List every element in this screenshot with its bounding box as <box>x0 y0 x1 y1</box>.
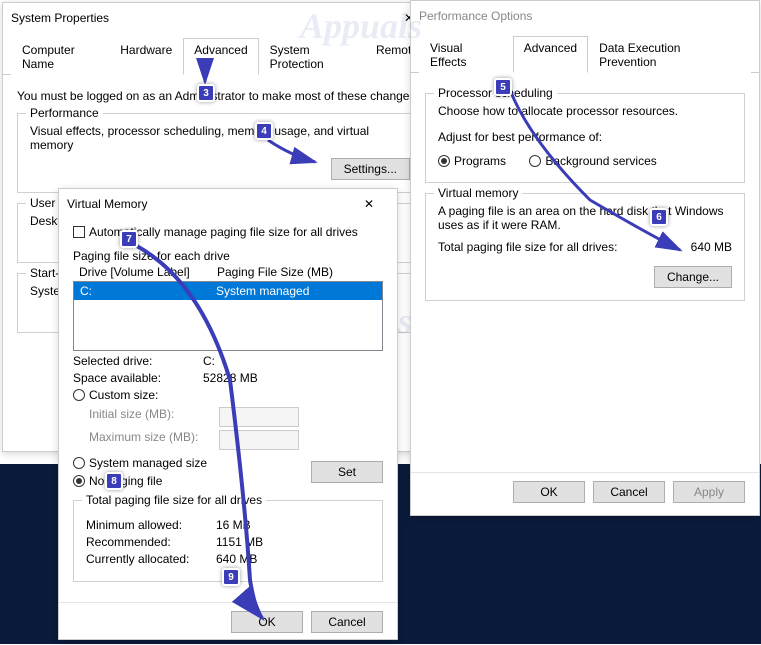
performance-group: Performance Visual effects, processor sc… <box>17 113 423 193</box>
total-label: Total paging file size for all drives: <box>438 240 691 254</box>
adjust-label: Adjust for best performance of: <box>438 130 732 144</box>
auto-manage-checkbox[interactable]: Automatically manage paging file size fo… <box>73 225 358 239</box>
performance-options-window: Performance Options Visual Effects Advan… <box>410 0 760 516</box>
drive-listbox[interactable]: C: System managed <box>73 281 383 351</box>
close-icon[interactable]: ✕ <box>349 190 389 218</box>
step-marker-9: 9 <box>222 568 240 586</box>
drive-row[interactable]: C: System managed <box>74 282 382 300</box>
performance-desc: Visual effects, processor scheduling, me… <box>30 124 410 152</box>
apply-button[interactable]: Apply <box>673 481 745 503</box>
radio-programs[interactable]: Programs <box>438 154 506 168</box>
virtual-memory-group: Virtual memory A paging file is an area … <box>425 193 745 301</box>
selected-drive-label: Selected drive: <box>73 354 203 368</box>
group-title: Performance <box>26 106 103 120</box>
max-label: Maximum size (MB): <box>89 430 219 450</box>
rec-label: Recommended: <box>86 535 216 549</box>
tabs: Visual Effects Advanced Data Execution P… <box>411 35 759 73</box>
processor-scheduling-group: Processor scheduling Choose how to alloc… <box>425 93 745 183</box>
space-value: 52828 MB <box>203 371 258 385</box>
admin-note: You must be logged on as an Administrato… <box>17 89 423 103</box>
window-title: Performance Options <box>419 9 751 23</box>
change-button[interactable]: Change... <box>654 266 732 288</box>
titlebar: Virtual Memory ✕ <box>59 189 397 219</box>
cur-label: Currently allocated: <box>86 552 216 566</box>
tab-system-protection[interactable]: System Protection <box>259 38 365 75</box>
tab-dep[interactable]: Data Execution Prevention <box>588 36 751 73</box>
ok-button[interactable]: OK <box>513 481 585 503</box>
step-marker-5: 5 <box>494 78 512 96</box>
step-marker-7: 7 <box>120 230 138 248</box>
window-title: System Properties <box>11 11 389 25</box>
step-marker-4: 4 <box>255 122 273 140</box>
space-label: Space available: <box>73 371 203 385</box>
min-label: Minimum allowed: <box>86 518 216 532</box>
titlebar: Performance Options <box>411 1 759 31</box>
ok-button[interactable]: OK <box>231 611 303 633</box>
list-header: Drive [Volume Label] Paging File Size (M… <box>73 263 383 281</box>
cancel-button[interactable]: Cancel <box>311 611 383 633</box>
total-value: 640 MB <box>691 240 732 254</box>
selected-drive-value: C: <box>203 354 215 368</box>
radio-system-managed[interactable]: System managed size <box>73 456 291 470</box>
cur-value: 640 MB <box>216 552 257 566</box>
tab-computer-name[interactable]: Computer Name <box>11 38 109 75</box>
tab-hardware[interactable]: Hardware <box>109 38 183 75</box>
vm-desc: A paging file is an area on the hard dis… <box>438 204 732 232</box>
cancel-button[interactable]: Cancel <box>593 481 665 503</box>
min-value: 16 MB <box>216 518 251 532</box>
initial-size-input[interactable] <box>219 407 299 427</box>
step-marker-3: 3 <box>197 84 215 102</box>
tabs: Computer Name Hardware Advanced System P… <box>3 37 437 75</box>
step-marker-6: 6 <box>650 208 668 226</box>
rec-value: 1151 MB <box>216 535 263 549</box>
sched-desc: Choose how to allocate processor resourc… <box>438 104 732 118</box>
window-title: Virtual Memory <box>67 197 349 211</box>
initial-label: Initial size (MB): <box>89 407 219 427</box>
radio-background[interactable]: Background services <box>529 154 656 168</box>
step-marker-8: 8 <box>105 472 123 490</box>
titlebar: System Properties ✕ <box>3 3 437 33</box>
group-title: Total paging file size for all drives <box>82 493 266 507</box>
radio-custom-size[interactable]: Custom size: <box>73 388 158 402</box>
tab-advanced[interactable]: Advanced <box>513 36 588 73</box>
group-title: Virtual memory <box>434 186 522 200</box>
settings-button[interactable]: Settings... <box>331 158 410 180</box>
tab-visual-effects[interactable]: Visual Effects <box>419 36 513 73</box>
checkbox-icon <box>73 226 85 238</box>
tab-advanced[interactable]: Advanced <box>183 38 258 75</box>
drives-label: Paging file size for each drive <box>73 249 383 263</box>
max-size-input[interactable] <box>219 430 299 450</box>
set-button[interactable]: Set <box>311 461 383 483</box>
